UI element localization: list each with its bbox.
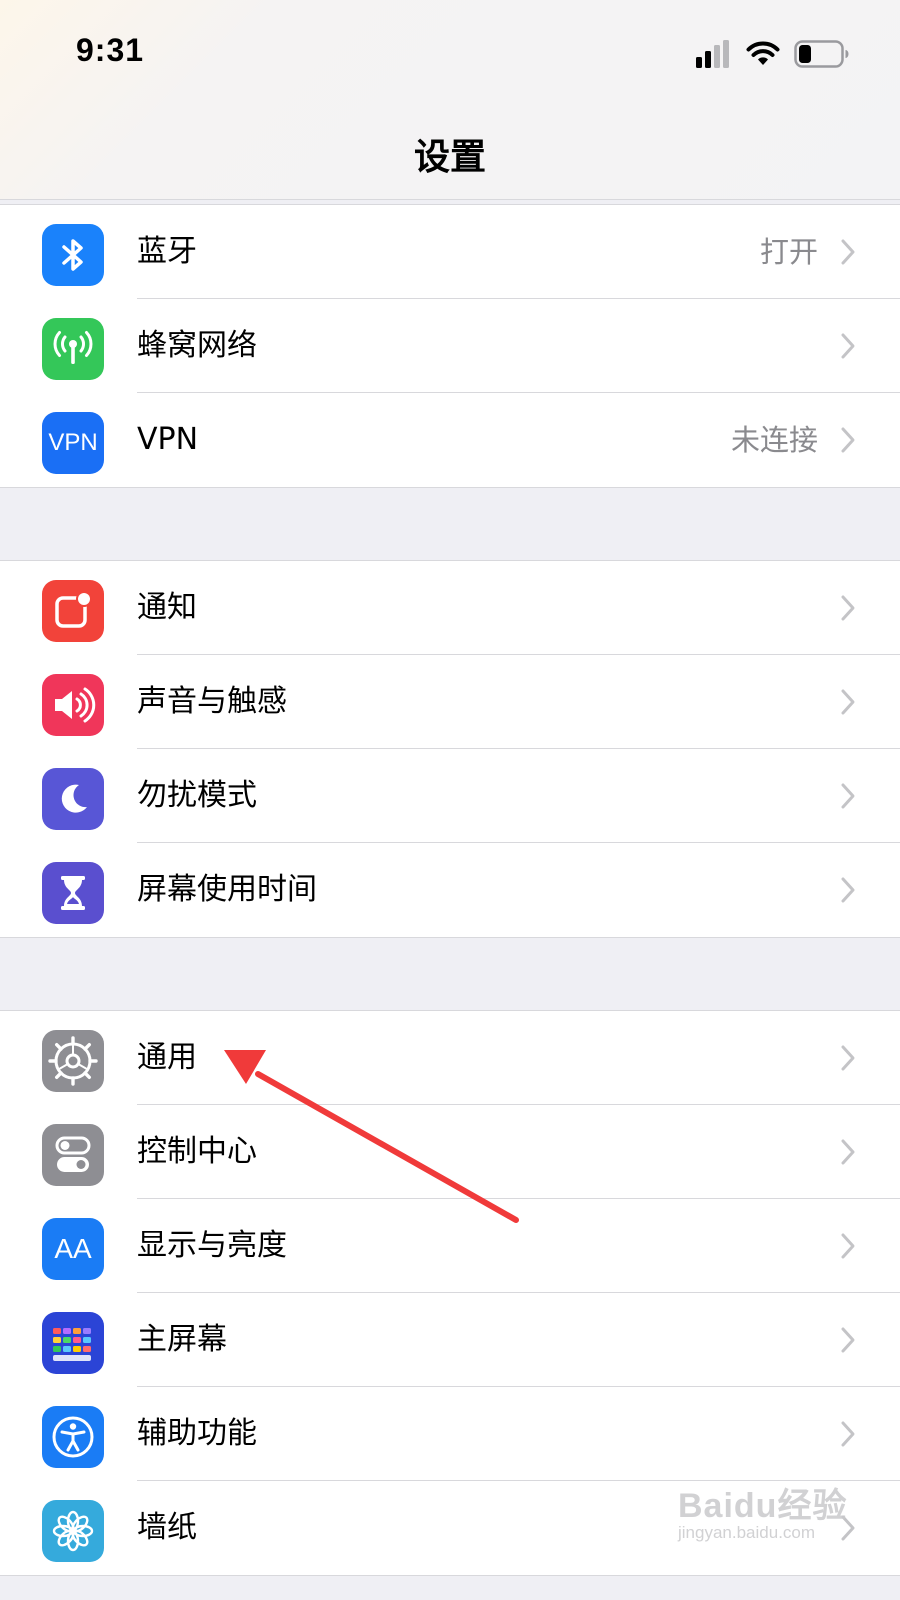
row-label: 勿扰模式 xyxy=(137,778,257,813)
chevron-right-icon xyxy=(841,333,855,359)
row-label: 辅助功能 xyxy=(137,1416,257,1451)
settings-row-screen-time[interactable]: 屏幕使用时间 xyxy=(0,843,900,937)
row-label: 主屏幕 xyxy=(137,1322,227,1357)
battery-icon xyxy=(794,40,849,68)
gear-icon xyxy=(42,1030,104,1092)
settings-group-notifications: 通知 声音与触感 勿扰模式 屏幕使用时间 xyxy=(0,560,900,938)
row-value: 未连接 xyxy=(730,423,818,457)
row-label: 蜂窝网络 xyxy=(137,328,257,363)
row-label: 控制中心 xyxy=(137,1134,257,1169)
vpn-icon-text: VPN xyxy=(48,429,98,456)
row-label: VPN xyxy=(137,422,199,457)
page-title: 设置 xyxy=(413,137,486,178)
navigation-header: 9:31 设置 xyxy=(0,0,900,200)
settings-row-control-center[interactable]: 控制中心 xyxy=(0,1105,900,1199)
row-label: 屏幕使用时间 xyxy=(137,872,317,907)
cellular-signal-icon xyxy=(696,40,729,68)
settings-row-display-brightness[interactable]: AA 显示与亮度 xyxy=(0,1199,900,1293)
hourglass-icon xyxy=(42,862,104,924)
chevron-right-icon xyxy=(841,1045,855,1071)
chevron-right-icon xyxy=(841,1421,855,1447)
row-label: 显示与亮度 xyxy=(137,1228,287,1263)
status-indicators xyxy=(696,38,850,70)
watermark-main-text: Baidu经验 xyxy=(678,1487,848,1525)
chevron-right-icon xyxy=(841,689,855,715)
settings-row-vpn[interactable]: VPN VPN 未连接 xyxy=(0,393,900,487)
settings-group-connectivity: 蓝牙 打开 蜂窝网络 VPN VPN 未连接 xyxy=(0,204,900,488)
chevron-right-icon xyxy=(841,877,855,903)
notification-icon xyxy=(42,580,104,642)
row-label: 蓝牙 xyxy=(137,234,197,269)
bluetooth-icon xyxy=(42,224,104,286)
chevron-right-icon xyxy=(841,783,855,809)
chevron-right-icon xyxy=(841,239,855,265)
row-label: 通用 xyxy=(137,1040,197,1075)
vpn-icon: VPN xyxy=(42,412,104,474)
settings-row-sounds[interactable]: 声音与触感 xyxy=(0,655,900,749)
accessibility-icon xyxy=(42,1406,104,1468)
wifi-icon xyxy=(746,41,780,65)
status-time: 9:31 xyxy=(76,32,145,68)
chevron-right-icon xyxy=(841,1233,855,1259)
row-label: 通知 xyxy=(137,590,197,625)
moon-icon xyxy=(42,768,104,830)
flower-icon xyxy=(42,1500,104,1562)
home-screen-grid-icon xyxy=(42,1312,104,1374)
settings-row-notifications[interactable]: 通知 xyxy=(0,561,900,655)
chevron-right-icon xyxy=(841,1327,855,1353)
row-label: 声音与触感 xyxy=(137,684,287,719)
settings-row-cellular[interactable]: 蜂窝网络 xyxy=(0,299,900,393)
row-label: 墙纸 xyxy=(137,1510,197,1545)
settings-row-bluetooth[interactable]: 蓝牙 打开 xyxy=(0,205,900,299)
row-value: 打开 xyxy=(759,235,818,269)
chevron-right-icon xyxy=(841,595,855,621)
settings-row-general[interactable]: 通用 xyxy=(0,1011,900,1105)
settings-row-accessibility[interactable]: 辅助功能 xyxy=(0,1387,900,1481)
baidu-watermark: Baidu经验 jingyan.baidu.com xyxy=(678,1478,847,1543)
toggles-icon xyxy=(42,1124,104,1186)
text-size-icon-text: AA xyxy=(54,1233,92,1264)
settings-row-home-screen[interactable]: 主屏幕 xyxy=(0,1293,900,1387)
chevron-right-icon xyxy=(841,427,855,453)
speaker-icon xyxy=(42,674,104,736)
text-size-icon: AA xyxy=(42,1218,104,1280)
chevron-right-icon xyxy=(841,1139,855,1165)
cellular-antenna-icon xyxy=(42,318,104,380)
settings-row-do-not-disturb[interactable]: 勿扰模式 xyxy=(0,749,900,843)
